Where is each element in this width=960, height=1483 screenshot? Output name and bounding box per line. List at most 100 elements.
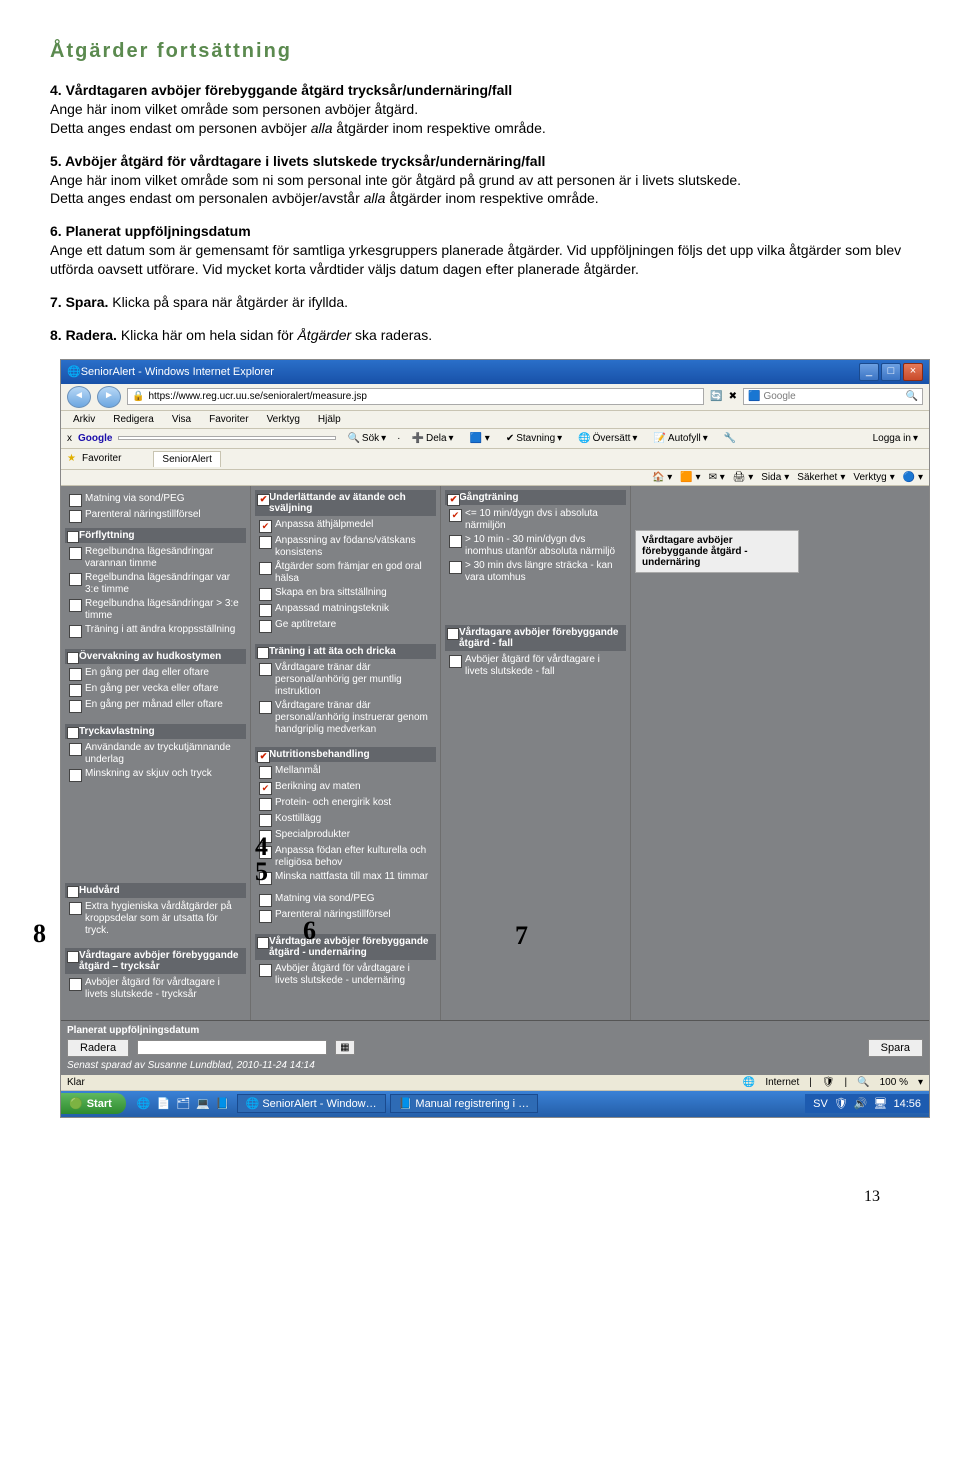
radera-button[interactable]: Radera bbox=[67, 1039, 129, 1057]
sok-button[interactable]: 🔍Sök ▾ bbox=[342, 431, 391, 446]
checkbox[interactable] bbox=[449, 509, 462, 522]
panel-header[interactable]: Nutritionsbehandling bbox=[255, 747, 436, 762]
checkbox[interactable] bbox=[67, 531, 79, 543]
home-icon[interactable]: 🏠 ▾ bbox=[652, 472, 672, 483]
menu-verktyg[interactable]: Verktyg bbox=[261, 413, 306, 426]
checkbox[interactable] bbox=[259, 894, 272, 907]
menu-favoriter[interactable]: Favoriter bbox=[203, 413, 254, 426]
date-input[interactable] bbox=[137, 1040, 327, 1055]
tray-icon[interactable]: 🛡 bbox=[834, 1097, 848, 1110]
panel-header[interactable]: Tryckavlastning bbox=[65, 724, 246, 739]
checkbox[interactable] bbox=[69, 573, 82, 586]
list-item[interactable]: En gång per månad eller oftare bbox=[69, 698, 244, 714]
checkbox[interactable] bbox=[69, 625, 82, 638]
list-item[interactable]: Användande av tryckutjämnande underlag bbox=[69, 741, 244, 767]
list-item[interactable]: Matning via sond/PEG bbox=[69, 492, 244, 508]
quicklaunch-icon[interactable]: 🗂 bbox=[173, 1097, 193, 1110]
menu-redigera[interactable]: Redigera bbox=[107, 413, 160, 426]
checkbox[interactable] bbox=[259, 562, 272, 575]
date-picker-icon[interactable]: ▦ bbox=[335, 1040, 354, 1055]
panel-header[interactable]: Träning i att äta och dricka bbox=[255, 644, 436, 659]
list-item[interactable]: <= 10 min/dygn dvs i absoluta närmiljön bbox=[449, 507, 624, 533]
search-go-icon[interactable]: 🔍 bbox=[906, 391, 918, 402]
feeds-icon[interactable]: 🟧 ▾ bbox=[680, 472, 700, 483]
checkbox[interactable] bbox=[259, 588, 272, 601]
list-item[interactable]: Vårdtagare tränar där personal/anhörig g… bbox=[259, 661, 434, 699]
checkbox[interactable] bbox=[69, 599, 82, 612]
list-item[interactable]: Specialprodukter bbox=[259, 828, 434, 844]
list-item[interactable]: Åtgärder som främjar en god oral hälsa bbox=[259, 560, 434, 586]
help-icon[interactable]: 🔵 ▾ bbox=[903, 472, 923, 483]
list-item[interactable]: Protein- och energirik kost bbox=[259, 796, 434, 812]
tab-senioralert[interactable]: SeniorAlert bbox=[153, 451, 220, 467]
verktyg-menu[interactable]: Verktyg ▾ bbox=[853, 472, 894, 483]
menu-visa[interactable]: Visa bbox=[166, 413, 197, 426]
checkbox[interactable] bbox=[259, 910, 272, 923]
list-item[interactable]: > 30 min dvs längre sträcka - kan vara u… bbox=[449, 559, 624, 585]
checkbox[interactable] bbox=[67, 727, 79, 739]
print-icon[interactable]: 🖨 ▾ bbox=[733, 472, 754, 483]
list-item[interactable]: Mellanmål bbox=[259, 764, 434, 780]
spara-button[interactable]: Spara bbox=[868, 1039, 923, 1057]
mail-icon[interactable]: ✉ ▾ bbox=[709, 472, 725, 483]
favorites-label[interactable]: Favoriter bbox=[82, 453, 121, 464]
panel-header[interactable]: Hudvård bbox=[65, 883, 246, 898]
sida-menu[interactable]: Sida ▾ bbox=[761, 472, 789, 483]
checkbox[interactable] bbox=[259, 964, 272, 977]
list-item[interactable]: Minskning av skjuv och tryck bbox=[69, 767, 244, 783]
close-button[interactable]: × bbox=[903, 363, 923, 381]
oversatt-button[interactable]: 🌐 Översätt ▾ bbox=[573, 431, 642, 446]
tb-extra[interactable]: 🟦 ▾ bbox=[465, 431, 495, 446]
list-item[interactable]: Anpassa äthjälpmedel bbox=[259, 518, 434, 534]
checkbox[interactable] bbox=[257, 647, 269, 659]
taskbar-item-ie[interactable]: 🌐 SeniorAlert - Window… bbox=[237, 1094, 386, 1113]
list-item[interactable]: Anpassad matningsteknik bbox=[259, 602, 434, 618]
address-input[interactable]: 🔒 https://www.reg.ucr.uu.se/senioralert/… bbox=[127, 388, 704, 405]
list-item[interactable]: Parenteral näringstillförsel bbox=[259, 908, 434, 924]
zoom-icon[interactable]: 🔍 bbox=[857, 1077, 869, 1088]
tray-icon[interactable]: 🔊 bbox=[854, 1097, 868, 1110]
wrench-button[interactable]: 🔧 bbox=[719, 431, 741, 446]
tray-icon[interactable]: 🖥 bbox=[874, 1097, 888, 1110]
checkbox[interactable] bbox=[69, 978, 82, 991]
stop-icon[interactable]: ✖ bbox=[729, 391, 737, 402]
checkbox[interactable] bbox=[259, 536, 272, 549]
quicklaunch-icon[interactable]: 📘 bbox=[213, 1097, 233, 1110]
list-item[interactable]: En gång per vecka eller oftare bbox=[69, 682, 244, 698]
logga-in-button[interactable]: Logga in ▾ bbox=[868, 431, 923, 446]
minimize-button[interactable]: _ bbox=[859, 363, 879, 381]
sakerhet-menu[interactable]: Säkerhet ▾ bbox=[797, 472, 845, 483]
list-item[interactable]: Parenteral näringstillförsel bbox=[69, 508, 244, 524]
panel-header[interactable]: Förflyttning bbox=[65, 528, 246, 543]
checkbox[interactable] bbox=[69, 684, 82, 697]
list-item[interactable]: Regelbundna lägesändringar varannan timm… bbox=[69, 545, 244, 571]
menu-hjalp[interactable]: Hjälp bbox=[312, 413, 347, 426]
checkbox[interactable] bbox=[259, 620, 272, 633]
list-item[interactable]: Anpassning av födans/vätskans konsistens bbox=[259, 534, 434, 560]
checkbox[interactable] bbox=[259, 520, 272, 533]
checkbox[interactable] bbox=[67, 951, 79, 963]
browser-search[interactable]: 🟦Google 🔍 bbox=[743, 388, 923, 405]
checkbox[interactable] bbox=[257, 494, 270, 506]
checkbox[interactable] bbox=[69, 769, 82, 782]
list-item[interactable]: Matning via sond/PEG bbox=[259, 892, 434, 908]
list-item[interactable]: Extra hygieniska vårdåtgärder på kroppsd… bbox=[69, 900, 244, 938]
maximize-button[interactable]: □ bbox=[881, 363, 901, 381]
checkbox[interactable] bbox=[447, 628, 459, 640]
list-item[interactable]: Avböjer åtgärd för vårdtagare i livets s… bbox=[69, 976, 244, 1002]
forward-button[interactable]: ► bbox=[97, 386, 121, 408]
panel-header[interactable]: Gångträning bbox=[445, 490, 626, 505]
checkbox[interactable] bbox=[259, 663, 272, 676]
checkbox[interactable] bbox=[69, 668, 82, 681]
checkbox[interactable] bbox=[69, 700, 82, 713]
checkbox[interactable] bbox=[259, 798, 272, 811]
autofyll-button[interactable]: 📝 Autofyll ▾ bbox=[648, 431, 712, 446]
list-item[interactable]: Träning i att ändra kroppsställning bbox=[69, 623, 244, 639]
quicklaunch-icon[interactable]: 🌐 bbox=[134, 1097, 154, 1110]
checkbox[interactable] bbox=[259, 701, 272, 714]
stavning-button[interactable]: ✔ Stavning ▾ bbox=[501, 431, 567, 446]
panel-header[interactable]: Vårdtagare avböjer förebyggande åtgärd –… bbox=[65, 948, 246, 974]
checkbox[interactable] bbox=[69, 494, 82, 507]
list-item[interactable]: Vårdtagare tränar där personal/anhörig i… bbox=[259, 699, 434, 737]
star-icon[interactable]: ★ bbox=[67, 453, 76, 464]
